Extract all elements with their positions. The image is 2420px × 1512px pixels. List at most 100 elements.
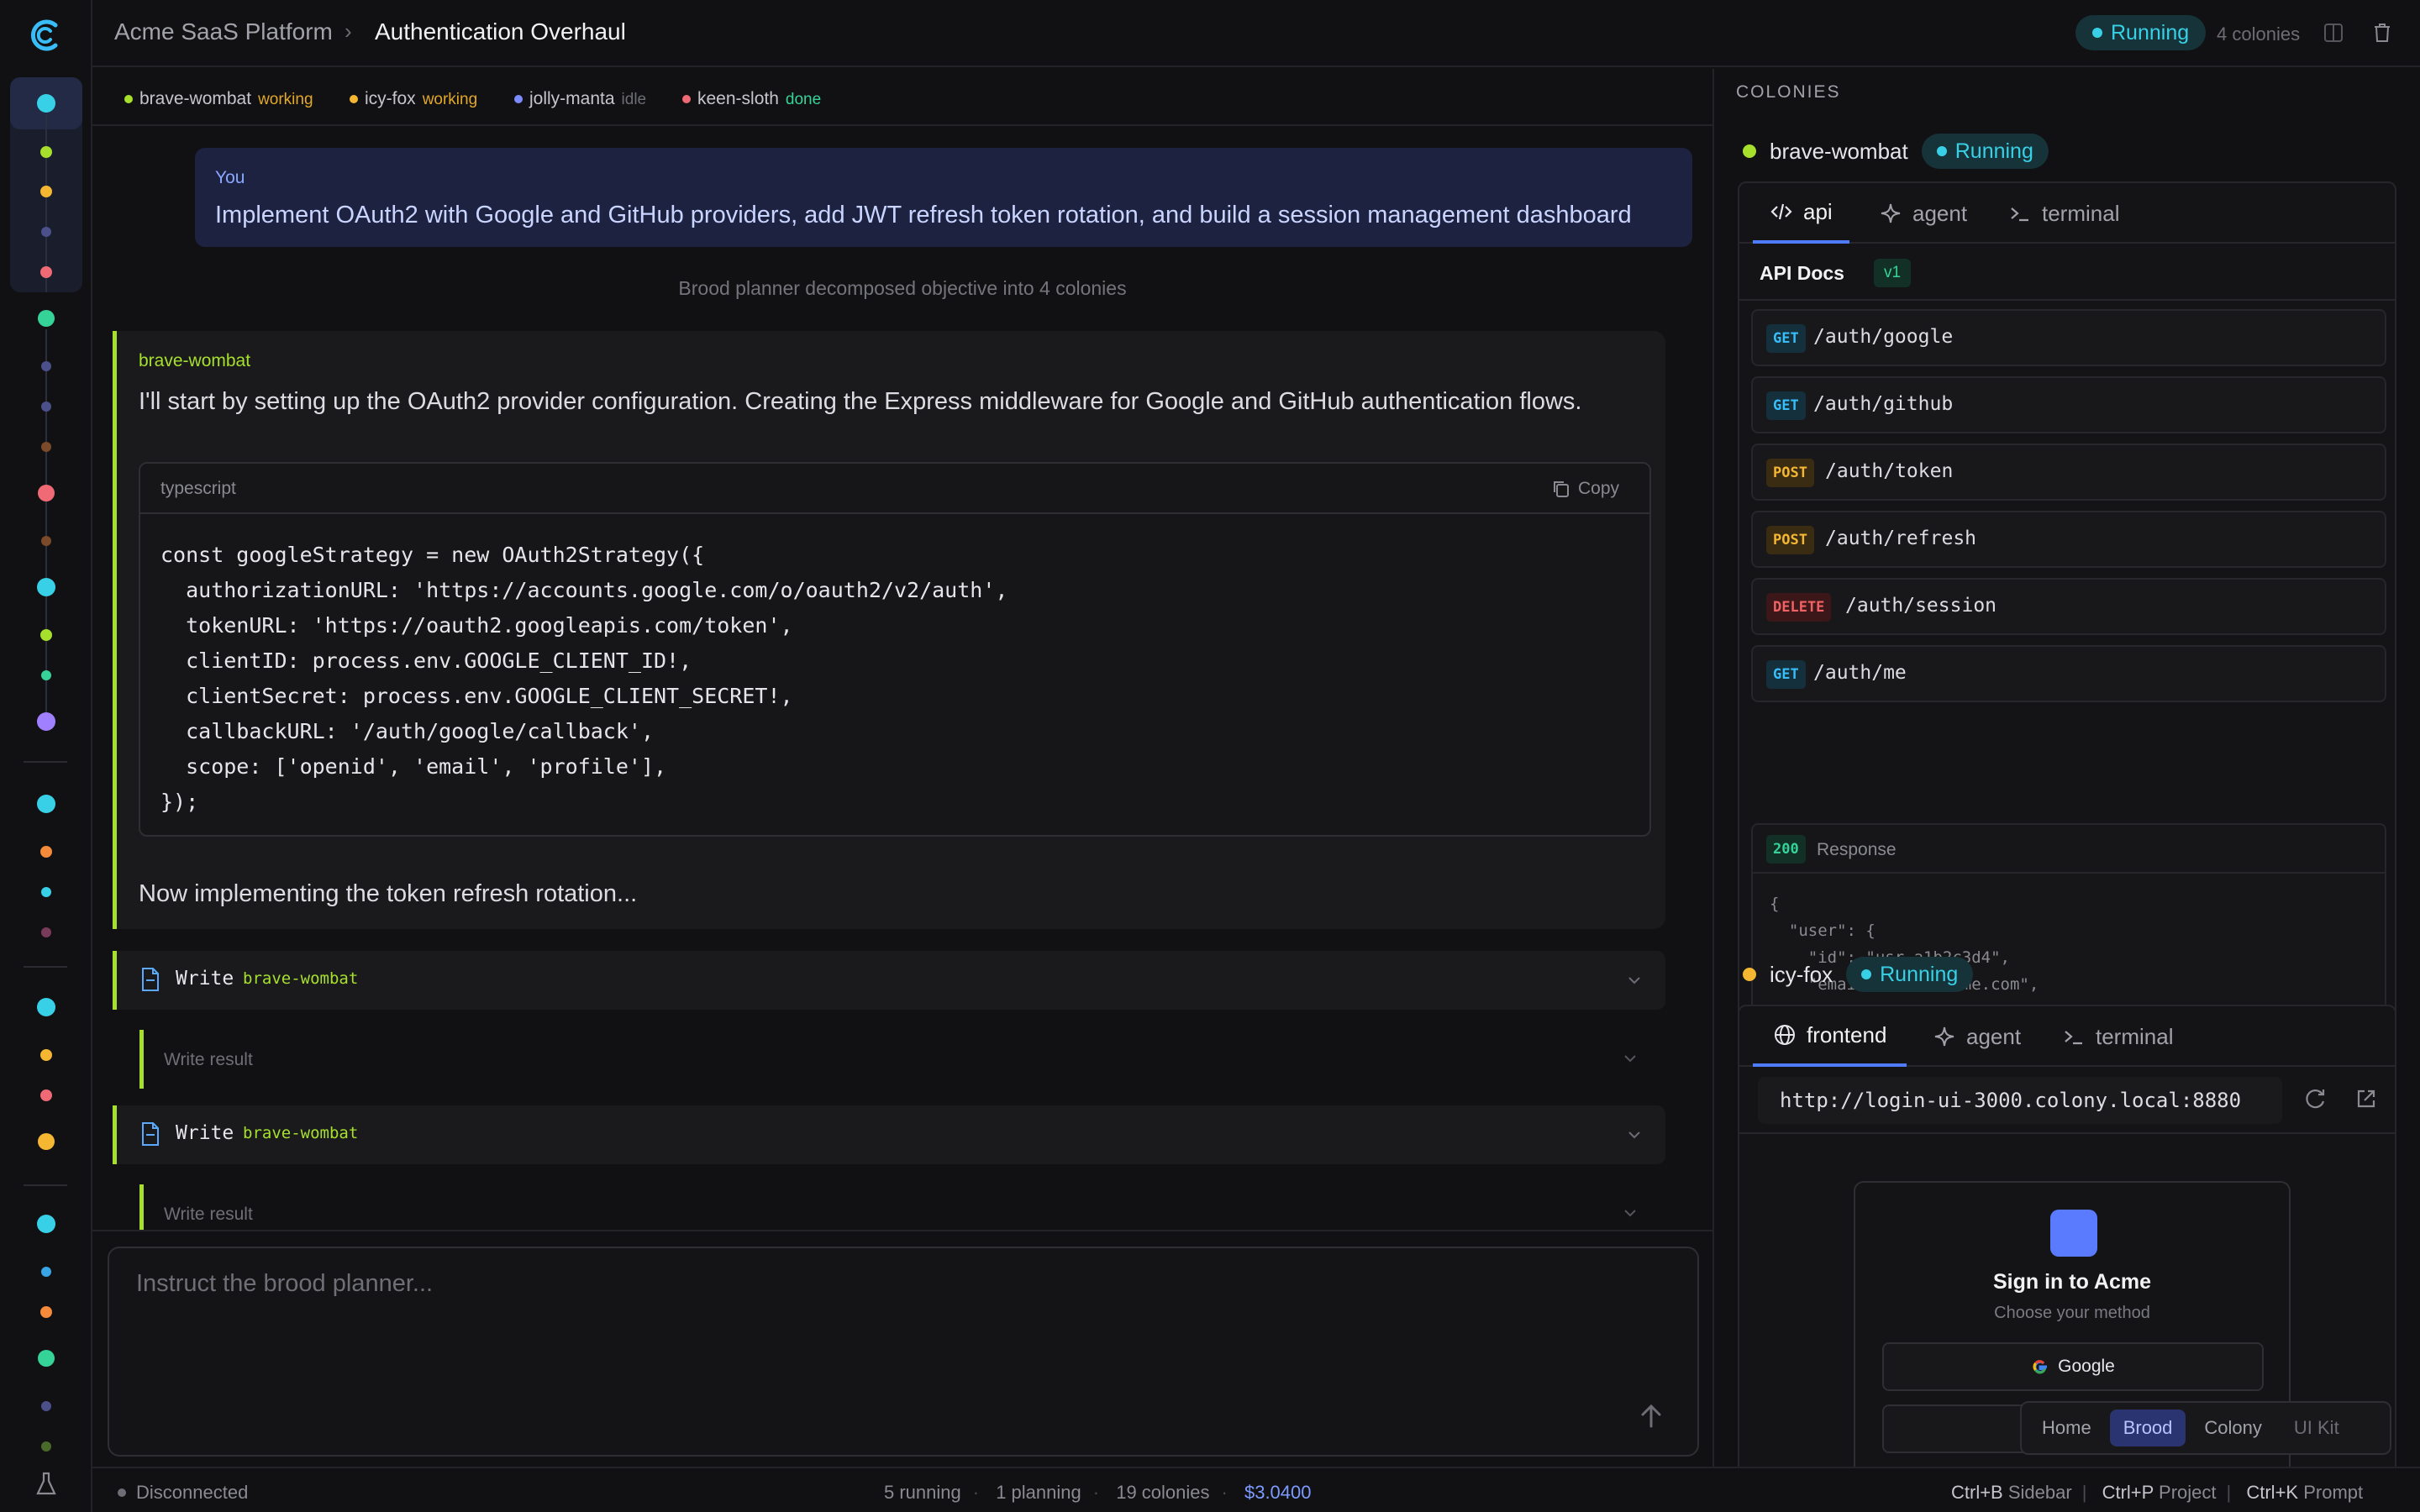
rail-colony-dot[interactable] (40, 266, 52, 278)
planning-count: 1 planning (996, 1482, 1081, 1503)
colonies-panel: COLONIES brave-wombat Running api agent … (1712, 69, 2420, 1467)
tab-agent[interactable]: agent (1879, 183, 1967, 244)
rail-colony-dot[interactable] (40, 186, 52, 197)
status-badge: Running (2075, 15, 2207, 50)
endpoint-row[interactable]: GET/auth/google (1751, 309, 2386, 366)
app-logo-icon[interactable] (27, 17, 64, 54)
rail-colony-dot[interactable] (38, 485, 55, 501)
rail-colony-dot[interactable] (41, 1267, 51, 1277)
rail-colony-dot[interactable] (41, 402, 51, 412)
endpoint-row[interactable]: GET/auth/me (1751, 645, 2386, 702)
chevron-down-icon[interactable] (1620, 1048, 1640, 1068)
rail-colony-dot[interactable] (40, 846, 52, 858)
endpoint-path: /auth/me (1813, 662, 1907, 684)
view-ui-kit[interactable]: UI Kit (2281, 1410, 2353, 1446)
rail-colony-dot[interactable] (40, 629, 52, 641)
rail-colony-dot[interactable] (37, 94, 55, 113)
panel-title: COLONIES (1736, 82, 1841, 102)
preview-url-field[interactable]: http://login-ui-3000.colony.local:8880 (1758, 1077, 2282, 1124)
tool-result[interactable]: Write result (139, 1184, 1665, 1230)
shortcut-key: Ctrl+P (2102, 1482, 2154, 1503)
refresh-icon[interactable] (2302, 1085, 2329, 1112)
endpoint-row[interactable]: GET/auth/github (1751, 376, 2386, 433)
agent-chip[interactable]: keen-sloth done (682, 89, 821, 109)
chevron-down-icon[interactable] (1623, 969, 1645, 991)
top-header: Acme SaaS Platform › Authentication Over… (92, 0, 2420, 67)
tab-agent[interactable]: agent (1933, 1006, 2021, 1067)
rail-colony-dot[interactable] (37, 712, 55, 731)
rail-colony-dot[interactable] (41, 670, 51, 680)
tool-result-label: Write result (164, 1205, 253, 1224)
external-link-icon[interactable] (2353, 1085, 2380, 1112)
rail-colony-dot[interactable] (37, 795, 55, 813)
sparkle-icon (1934, 1026, 1954, 1047)
agent-chip[interactable]: jolly-manta idle (514, 89, 646, 109)
trash-icon[interactable] (2370, 20, 2395, 45)
endpoint-row[interactable]: POST/auth/token (1751, 444, 2386, 501)
rail-colony-dot[interactable] (37, 578, 55, 596)
tab-terminal[interactable]: terminal (2062, 1006, 2173, 1067)
terminal-icon (2011, 207, 2028, 222)
agent-chip[interactable]: brave-wombat working (124, 89, 313, 109)
copy-button[interactable]: Copy (1551, 475, 1619, 502)
rail-colony-dot[interactable] (41, 1441, 51, 1452)
split-view-icon[interactable] (2321, 20, 2346, 45)
tool-agent: brave-wombat (243, 969, 359, 988)
globe-icon (1775, 1025, 1795, 1045)
agent-chip[interactable]: icy-fox working (350, 89, 477, 109)
rail-colony-dot[interactable] (38, 310, 55, 327)
rail-colony-dot[interactable] (40, 1049, 52, 1061)
rail-colony-dot[interactable] (41, 361, 51, 371)
chevron-right-icon: › (345, 18, 352, 44)
tool-call[interactable]: Write brave-wombat (113, 951, 1665, 1010)
colony-header[interactable]: brave-wombat Running (1743, 133, 2049, 170)
chevron-down-icon[interactable] (1620, 1203, 1640, 1223)
run-stats: 5 running · 1 planning · 19 colonies · $3.0… (884, 1482, 1312, 1503)
colony-tabs: frontend agent terminal (1739, 1006, 2395, 1067)
tab-api[interactable]: api (1753, 183, 1849, 244)
endpoint-row[interactable]: POST/auth/refresh (1751, 511, 2386, 568)
rail-colony-dot[interactable] (37, 998, 55, 1016)
rail-colony-dot[interactable] (40, 1306, 52, 1318)
tool-name: Write (176, 1122, 234, 1144)
tab-terminal[interactable]: terminal (2008, 183, 2119, 244)
view-brood[interactable]: Brood (2109, 1410, 2186, 1446)
flask-icon[interactable] (35, 1472, 57, 1497)
view-home[interactable]: Home (2028, 1410, 2105, 1446)
prompt-input[interactable] (108, 1247, 1699, 1457)
running-count: 5 running (884, 1482, 961, 1503)
planner-note: Brood planner decomposed objective into … (678, 277, 1127, 299)
rail-colony-dot[interactable] (37, 1215, 55, 1233)
rail-colony-dot[interactable] (41, 887, 51, 897)
tool-result[interactable]: Write result (139, 1030, 1665, 1089)
endpoint-path: /auth/session (1845, 595, 1997, 617)
rail-colony-dot[interactable] (41, 1401, 51, 1411)
rail-colony-dot[interactable] (38, 1133, 55, 1150)
rail-colony-dot[interactable] (41, 927, 51, 937)
rail-colony-dot[interactable] (38, 1350, 55, 1367)
status-badge: Running (1846, 957, 1974, 992)
tool-call[interactable]: Write brave-wombat (113, 1105, 1665, 1164)
colony-header[interactable]: icy-fox Running (1743, 956, 1974, 993)
chevron-down-icon[interactable] (1623, 1124, 1645, 1146)
rail-colony-dot[interactable] (40, 146, 52, 158)
copy-icon (1553, 481, 1569, 497)
send-arrow-icon[interactable] (1630, 1394, 1672, 1436)
rail-divider (24, 966, 67, 968)
endpoint-row[interactable]: DELETE/auth/session (1751, 578, 2386, 635)
tab-frontend[interactable]: frontend (1753, 1006, 1907, 1067)
rail-colony-dot[interactable] (41, 536, 51, 546)
tool-name: Write (176, 968, 234, 990)
rail-colony-dot[interactable] (41, 227, 51, 237)
rail-divider (24, 1184, 67, 1186)
breadcrumb-project[interactable]: Acme SaaS Platform (114, 18, 333, 45)
user-message: You Implement OAuth2 with Google and Git… (195, 148, 1692, 247)
colony-total: 19 colonies (1116, 1482, 1210, 1503)
rail-colony-dot[interactable] (40, 1089, 52, 1101)
http-method-badge: POST (1766, 459, 1814, 487)
rail-colony-dot[interactable] (41, 442, 51, 452)
view-colony[interactable]: Colony (2191, 1410, 2275, 1446)
google-signin-button[interactable]: Google (1882, 1342, 2264, 1391)
colony-count: 4 colonies (2217, 24, 2301, 45)
code-block-header: typescript Copy (140, 464, 1649, 514)
